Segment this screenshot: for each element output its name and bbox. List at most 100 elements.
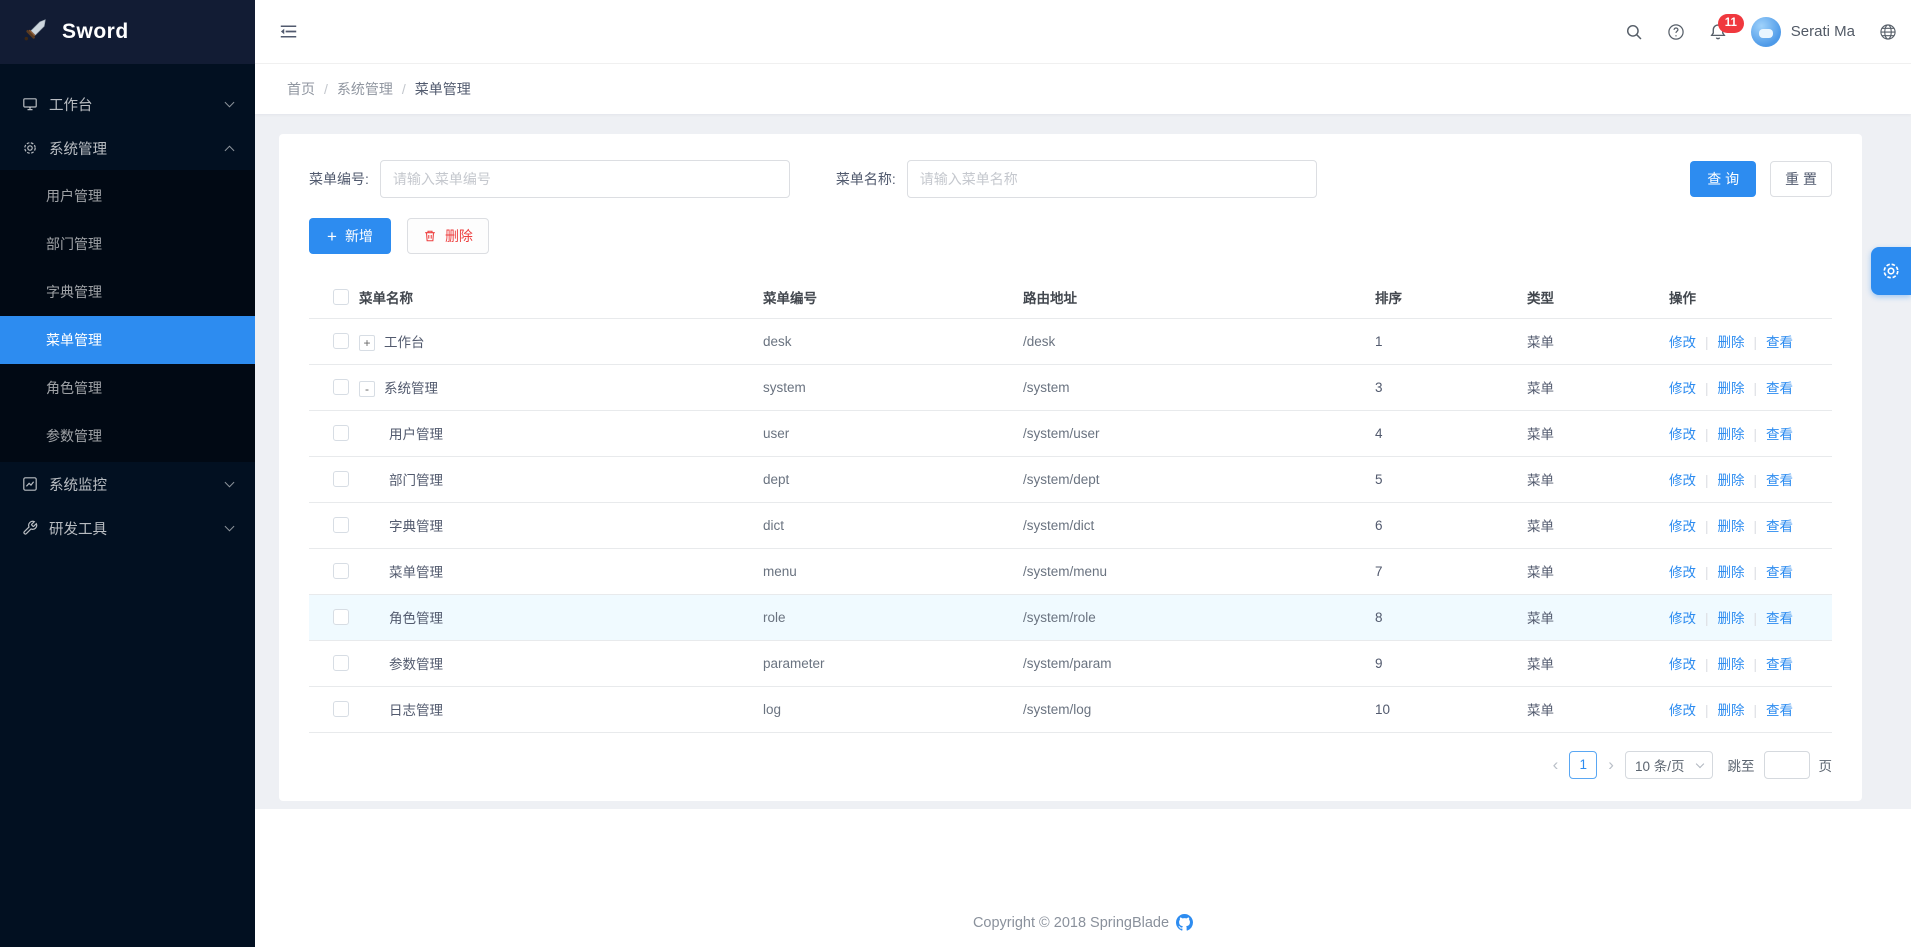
route-path-value: /system/user <box>1023 410 1375 456</box>
current-page[interactable]: 1 <box>1569 751 1597 779</box>
action-edit[interactable]: 修改 <box>1669 427 1696 442</box>
action-view[interactable]: 查看 <box>1766 473 1793 488</box>
gear-icon <box>1881 261 1901 281</box>
menu-fold-icon[interactable] <box>279 22 298 41</box>
action-edit[interactable]: 修改 <box>1669 611 1696 626</box>
action-delete[interactable]: 删除 <box>1718 565 1745 580</box>
jump-page-input[interactable] <box>1764 751 1810 779</box>
sidebar-item-monitor[interactable]: 系统监控 <box>0 462 255 506</box>
action-separator: | <box>1754 473 1758 488</box>
action-view[interactable]: 查看 <box>1766 427 1793 442</box>
sort-value: 8 <box>1375 594 1527 640</box>
row-checkbox[interactable] <box>333 425 349 441</box>
action-view[interactable]: 查看 <box>1766 565 1793 580</box>
row-checkbox[interactable] <box>333 655 349 671</box>
sidebar-item-workbench[interactable]: 工作台 <box>0 82 255 126</box>
user-menu[interactable]: Serati Ma <box>1751 17 1855 47</box>
col-sort: 排序 <box>1375 276 1527 318</box>
action-edit[interactable]: 修改 <box>1669 519 1696 534</box>
action-view[interactable]: 查看 <box>1766 381 1793 396</box>
action-view[interactable]: 查看 <box>1766 335 1793 350</box>
chevron-down-icon <box>225 522 235 532</box>
action-edit[interactable]: 修改 <box>1669 381 1696 396</box>
sidebar-item-dept-mgmt[interactable]: 部门管理 <box>0 220 255 268</box>
expand-toggle[interactable]: + <box>359 335 375 351</box>
jump-label: 跳至 <box>1728 755 1755 775</box>
route-path-value: /desk <box>1023 318 1375 364</box>
chart-icon <box>22 476 38 492</box>
globe-language-icon[interactable] <box>1879 23 1897 41</box>
table-row: -系统管理 system /system 3 菜单 修改|删除|查看 <box>309 364 1832 410</box>
menu-code-value: dict <box>763 502 1023 548</box>
notification-badge: 11 <box>1718 14 1744 34</box>
action-view[interactable]: 查看 <box>1766 657 1793 672</box>
menu-code-input[interactable] <box>380 160 790 198</box>
menu-code-value: menu <box>763 548 1023 594</box>
table-row: 用户管理 user /system/user 4 菜单 修改|删除|查看 <box>309 410 1832 456</box>
row-checkbox[interactable] <box>333 379 349 395</box>
prev-page-button[interactable]: ‹ <box>1551 756 1561 773</box>
menu-code-label: 菜单编号: <box>309 169 369 189</box>
action-edit[interactable]: 修改 <box>1669 703 1696 718</box>
row-checkbox[interactable] <box>333 517 349 533</box>
action-delete[interactable]: 删除 <box>1718 519 1745 534</box>
search-icon[interactable] <box>1625 23 1643 41</box>
select-all-checkbox[interactable] <box>333 289 349 305</box>
table-row: 日志管理 log /system/log 10 菜单 修改|删除|查看 <box>309 686 1832 732</box>
action-delete[interactable]: 删除 <box>1718 703 1745 718</box>
reset-button[interactable]: 重 置 <box>1770 161 1832 197</box>
next-page-button[interactable]: › <box>1606 756 1616 773</box>
action-delete[interactable]: 删除 <box>1718 381 1745 396</box>
row-checkbox[interactable] <box>333 471 349 487</box>
menu-name-value: 部门管理 <box>389 473 443 488</box>
search-button[interactable]: 查 询 <box>1690 161 1756 197</box>
row-checkbox[interactable] <box>333 609 349 625</box>
action-delete[interactable]: 删除 <box>1718 427 1745 442</box>
help-icon[interactable] <box>1667 23 1685 41</box>
action-delete[interactable]: 删除 <box>1718 657 1745 672</box>
action-separator: | <box>1754 657 1758 672</box>
action-delete[interactable]: 删除 <box>1718 335 1745 350</box>
sidebar-item-devtools[interactable]: 研发工具 <box>0 506 255 550</box>
route-path-value: /system/dept <box>1023 456 1375 502</box>
breadcrumb-home[interactable]: 首页 <box>287 79 315 99</box>
action-separator: | <box>1754 611 1758 626</box>
action-view[interactable]: 查看 <box>1766 519 1793 534</box>
action-view[interactable]: 查看 <box>1766 611 1793 626</box>
notification-bell-icon[interactable]: 11 <box>1709 23 1727 41</box>
chevron-up-icon <box>225 145 235 155</box>
menu-table: 菜单名称 菜单编号 路由地址 排序 类型 操作 <box>309 276 1832 733</box>
menu-code-value: desk <box>763 318 1023 364</box>
sidebar-item-role-mgmt[interactable]: 角色管理 <box>0 364 255 412</box>
settings-gear-button[interactable] <box>1871 247 1911 295</box>
sidebar-item-label: 系统监控 <box>49 474 215 495</box>
app-logo[interactable]: Sword <box>0 0 255 64</box>
sidebar-item-system[interactable]: 系统管理 <box>0 126 255 170</box>
action-delete[interactable]: 删除 <box>1718 611 1745 626</box>
action-edit[interactable]: 修改 <box>1669 565 1696 580</box>
copyright-text: Copyright © 2018 SpringBlade <box>973 915 1169 931</box>
action-edit[interactable]: 修改 <box>1669 335 1696 350</box>
table-row: 角色管理 role /system/role 8 菜单 修改|删除|查看 <box>309 594 1832 640</box>
sidebar-item-param-mgmt[interactable]: 参数管理 <box>0 412 255 460</box>
row-checkbox[interactable] <box>333 701 349 717</box>
row-checkbox[interactable] <box>333 563 349 579</box>
page-size-select[interactable]: 10 条/页 <box>1625 751 1713 779</box>
sidebar-item-user-mgmt[interactable]: 用户管理 <box>0 172 255 220</box>
github-icon[interactable] <box>1176 914 1193 931</box>
row-checkbox[interactable] <box>333 333 349 349</box>
menu-name-value: 字典管理 <box>389 519 443 534</box>
sidebar-item-menu-mgmt[interactable]: 菜单管理 <box>0 316 255 364</box>
add-button[interactable]: + 新增 <box>309 218 391 254</box>
expand-toggle[interactable]: - <box>359 381 375 397</box>
menu-name-input[interactable] <box>907 160 1317 198</box>
action-delete[interactable]: 删除 <box>1718 473 1745 488</box>
plus-icon: + <box>327 228 337 245</box>
breadcrumb-system[interactable]: 系统管理 <box>337 79 393 99</box>
action-view[interactable]: 查看 <box>1766 703 1793 718</box>
breadcrumb: 首页 / 系统管理 / 菜单管理 <box>255 64 1911 114</box>
action-edit[interactable]: 修改 <box>1669 657 1696 672</box>
action-edit[interactable]: 修改 <box>1669 473 1696 488</box>
delete-button[interactable]: 删除 <box>407 218 489 254</box>
sidebar-item-dict-mgmt[interactable]: 字典管理 <box>0 268 255 316</box>
